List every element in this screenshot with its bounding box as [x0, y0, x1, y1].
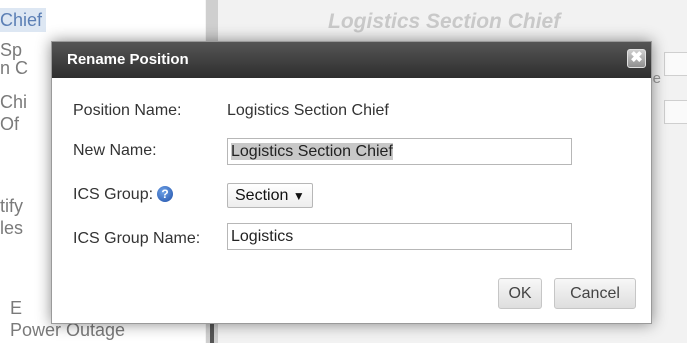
ics-group-selected-value: Section [235, 187, 289, 204]
position-name-label: Position Name: [73, 102, 182, 119]
cancel-button[interactable]: Cancel [554, 278, 636, 309]
ics-group-label: ICS Group: [73, 186, 154, 203]
ok-button[interactable]: OK [498, 278, 542, 309]
new-name-input[interactable]: Logistics Section Chief [227, 138, 572, 165]
list-item[interactable]: E [10, 298, 22, 319]
list-item-selected[interactable]: Chief [0, 8, 47, 32]
help-icon[interactable]: ? [157, 186, 174, 202]
ics-group-name-input[interactable]: Logistics [227, 223, 572, 250]
new-name-input-text: Logistics Section Chief [231, 143, 393, 160]
ics-group-name-input-text: Logistics [231, 228, 294, 245]
ics-group-select[interactable]: Section ▼ [227, 183, 313, 208]
list-item[interactable]: n C [0, 58, 28, 79]
dialog-titlebar[interactable]: Rename Position ✖ [52, 42, 651, 78]
list-item[interactable]: Of [0, 114, 19, 135]
close-icon[interactable]: ✖ [627, 49, 646, 68]
dialog-title: Rename Position [67, 51, 189, 68]
app-stage: Chief Sp n C Chi Of tify les E Power Out… [0, 0, 687, 343]
list-item[interactable]: les [0, 218, 23, 239]
panel-field[interactable] [664, 100, 687, 124]
chevron-down-icon: ▼ [292, 189, 305, 203]
ics-group-name-label: ICS Group Name: [73, 230, 201, 247]
panel-title: Logistics Section Chief [328, 10, 561, 33]
list-item[interactable]: Chi [0, 92, 27, 113]
new-name-label: New Name: [73, 142, 157, 159]
list-item[interactable]: tify [0, 196, 23, 217]
ics-group-label-row: ICS Group:? [73, 186, 174, 204]
panel-field[interactable] [664, 52, 687, 76]
position-name-value: Logistics Section Chief [227, 102, 389, 119]
rename-position-dialog: Rename Position ✖ Position Name: Logisti… [51, 41, 652, 324]
